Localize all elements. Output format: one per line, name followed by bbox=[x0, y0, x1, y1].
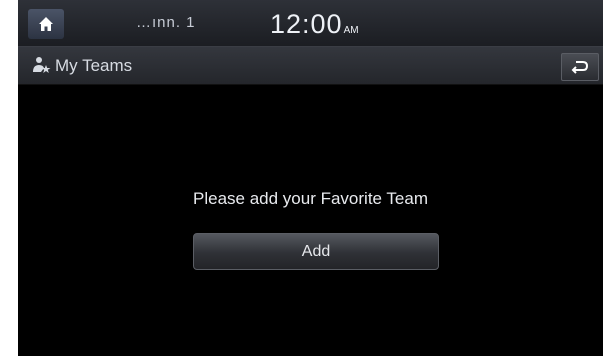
back-arrow-icon bbox=[571, 61, 589, 74]
head-unit-screen: …ınn. 1 12:00AM My Teams Please add your… bbox=[18, 0, 603, 356]
my-teams-icon bbox=[33, 57, 51, 73]
status-bar: …ınn. 1 12:00AM bbox=[18, 0, 603, 47]
title-bar: My Teams bbox=[18, 47, 603, 85]
home-icon bbox=[39, 17, 53, 31]
clock-ampm: AM bbox=[343, 25, 359, 36]
home-button[interactable] bbox=[28, 9, 64, 39]
clock-time: 12:00 bbox=[270, 9, 343, 39]
empty-state-message: Please add your Favorite Team bbox=[193, 189, 428, 208]
add-team-button[interactable]: Add bbox=[193, 233, 439, 270]
back-button[interactable] bbox=[561, 53, 599, 81]
signal-indicator: …ınn. 1 bbox=[136, 14, 196, 31]
page-title: My Teams bbox=[55, 56, 133, 75]
clock: 12:00AM bbox=[270, 9, 359, 40]
